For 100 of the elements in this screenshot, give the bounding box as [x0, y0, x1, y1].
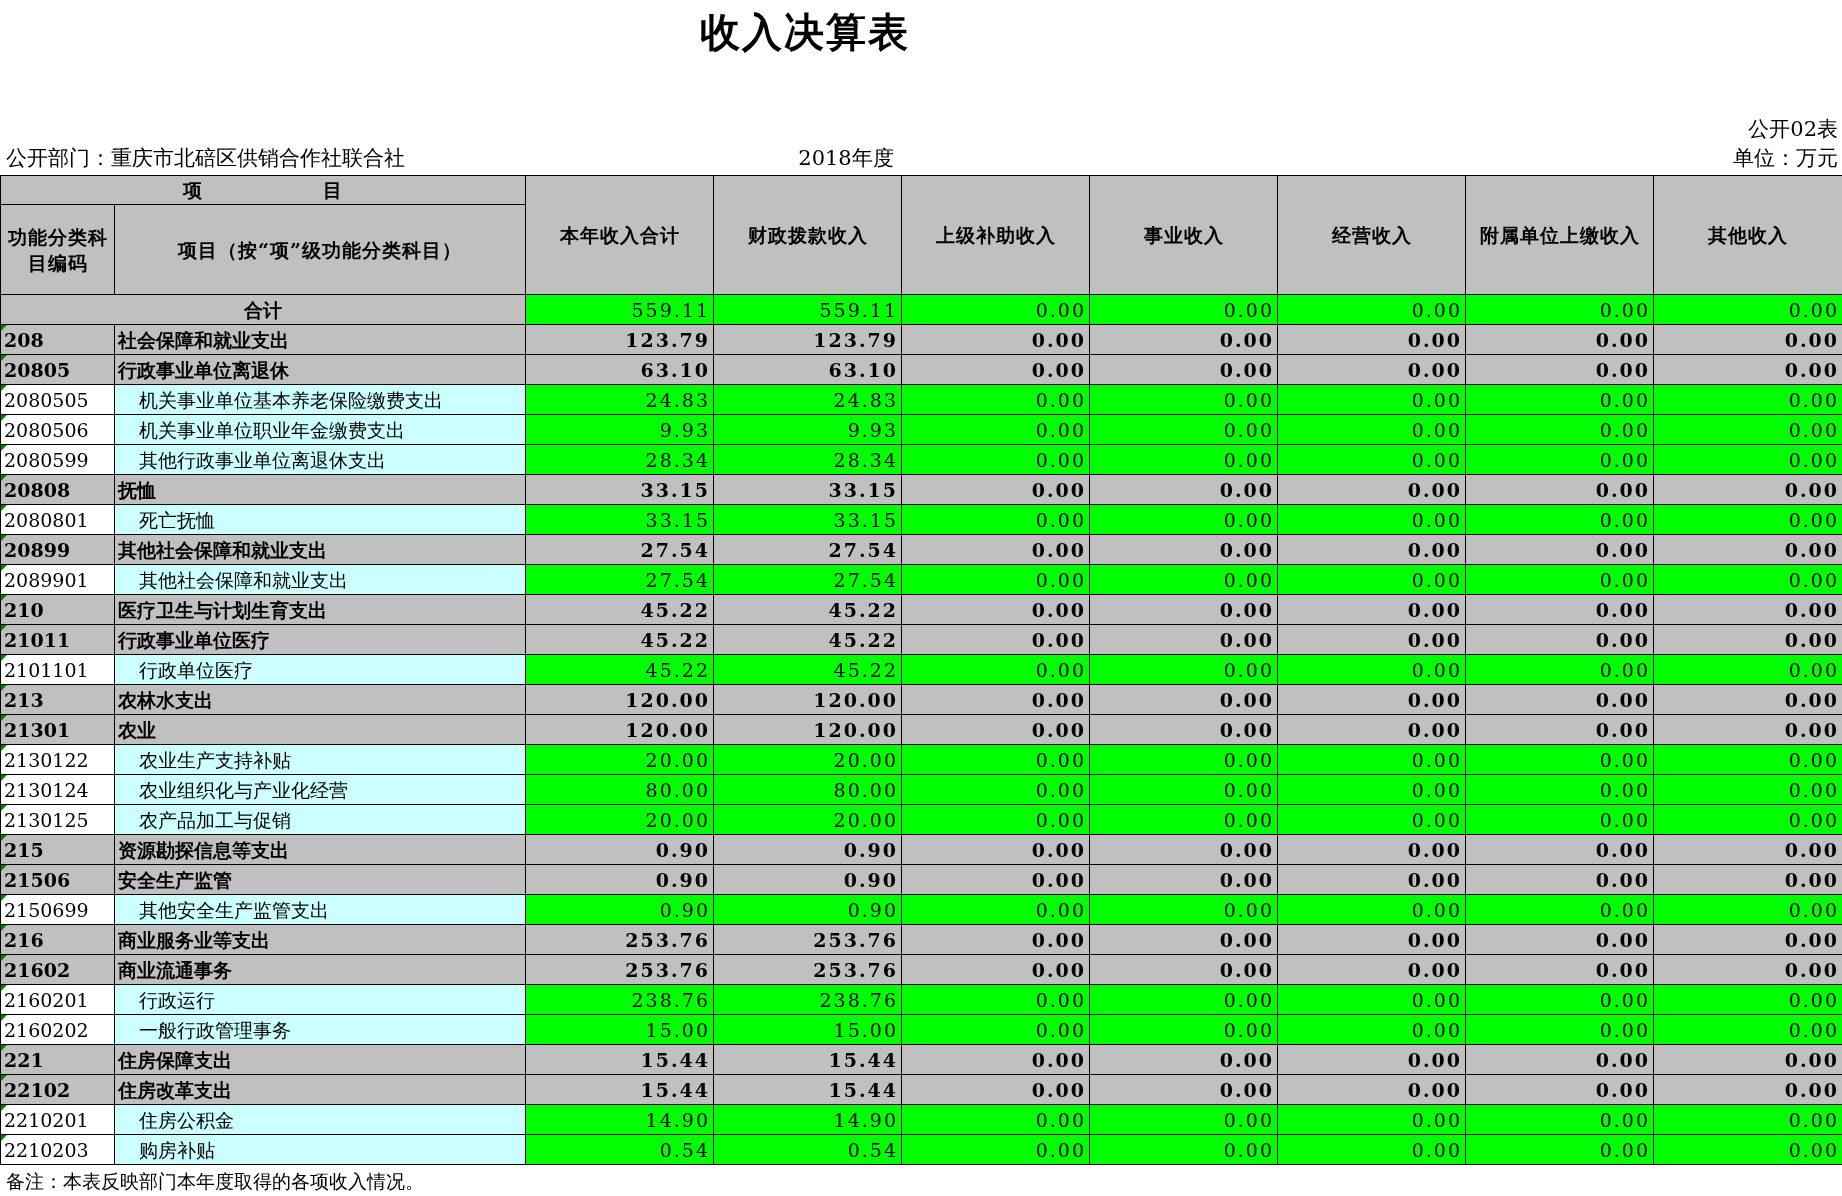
table-cell: 0.00	[1465, 594, 1654, 625]
table-cell: 0.00	[1089, 354, 1278, 385]
table-cell: 0.00	[901, 474, 1090, 505]
table-cell: 0.00	[901, 834, 1090, 865]
table-cell: 14.90	[525, 1104, 714, 1135]
table-cell: 农业	[114, 714, 526, 745]
table-cell: 0.00	[1277, 624, 1466, 655]
table-cell: 一般行政管理事务	[114, 1014, 526, 1045]
table-cell: 0.90	[713, 894, 902, 925]
table-cell: 0.00	[901, 654, 1090, 685]
table-cell: 0.00	[1277, 294, 1466, 325]
table-cell: 0.00	[1653, 594, 1842, 625]
table-cell: 215	[0, 834, 115, 865]
cell-marker-icon	[1, 1105, 7, 1112]
table-cell: 0.00	[1465, 474, 1654, 505]
table-cell: 0.00	[1277, 324, 1466, 355]
table-cell: 0.00	[1277, 834, 1466, 865]
table-cell: 0.00	[901, 744, 1090, 775]
cell-marker-icon	[1, 505, 7, 512]
table-cell: 0.00	[1089, 1044, 1278, 1075]
table-cell: 0.00	[1089, 624, 1278, 655]
cell-marker-icon	[1, 925, 7, 932]
table-cell: 0.00	[1089, 744, 1278, 775]
table-cell: 0.00	[1465, 744, 1654, 775]
table-cell: 0.00	[1653, 384, 1842, 415]
table-cell: 住房公积金	[114, 1104, 526, 1135]
table-cell: 20.00	[713, 744, 902, 775]
table-cell: 0.00	[901, 414, 1090, 445]
table-cell: 559.11	[525, 294, 714, 325]
table-cell: 45.22	[525, 594, 714, 625]
table-cell: 机关事业单位职业年金缴费支出	[114, 414, 526, 445]
table-cell: 28.34	[713, 444, 902, 475]
table-cell: 0.00	[901, 1014, 1090, 1045]
table-cell: 123.79	[525, 324, 714, 355]
table-cell: 20.00	[525, 804, 714, 835]
table-cell: 0.00	[1653, 414, 1842, 445]
table-cell: 0.00	[1089, 984, 1278, 1015]
total-label: 合计	[0, 294, 526, 325]
table-cell: 0.00	[1465, 834, 1654, 865]
table-cell: 2089901	[0, 564, 115, 595]
table-cell: 0.00	[1465, 1044, 1654, 1075]
table-cell: 9.93	[525, 414, 714, 445]
table-cell: 0.00	[1277, 444, 1466, 475]
table-cell: 0.00	[1653, 714, 1842, 745]
table-cell: 0.00	[1653, 504, 1842, 535]
table-cell: 0.00	[901, 984, 1090, 1015]
table-cell: 0.90	[525, 894, 714, 925]
table-cell: 45.22	[713, 594, 902, 625]
cell-marker-icon	[1, 715, 7, 722]
table-cell: 15.44	[713, 1074, 902, 1105]
table-cell: 死亡抚恤	[114, 504, 526, 535]
table-cell: 20808	[0, 474, 115, 505]
form-number: 公开02表	[1748, 116, 1839, 142]
cell-marker-icon	[1, 625, 7, 632]
table-cell: 0.00	[1465, 564, 1654, 595]
table-cell: 33.15	[525, 474, 714, 505]
table-cell: 0.00	[1653, 1074, 1842, 1105]
table-cell: 14.90	[713, 1104, 902, 1135]
cell-marker-icon	[1, 655, 7, 662]
table-cell: 2210203	[0, 1134, 115, 1165]
table-cell: 22102	[0, 1074, 115, 1105]
table-cell: 0.00	[1465, 1014, 1654, 1045]
table-cell: 0.00	[1277, 354, 1466, 385]
table-cell: 0.00	[1465, 774, 1654, 805]
table-cell: 559.11	[713, 294, 902, 325]
table-cell: 0.00	[1089, 504, 1278, 535]
table-cell: 0.90	[525, 864, 714, 895]
table-cell: 0.00	[1653, 1104, 1842, 1135]
column-header: 本年收入合计	[525, 175, 714, 295]
table-cell: 0.00	[1277, 714, 1466, 745]
table-cell: 农业生产支持补贴	[114, 744, 526, 775]
table-cell: 33.15	[713, 504, 902, 535]
table-cell: 0.00	[1089, 954, 1278, 985]
cell-marker-icon	[1, 895, 7, 902]
table-cell: 15.00	[713, 1014, 902, 1045]
table-cell: 0.00	[1653, 924, 1842, 955]
table-cell: 行政运行	[114, 984, 526, 1015]
table-cell: 0.00	[1089, 414, 1278, 445]
table-cell: 0.00	[1277, 384, 1466, 415]
table-cell: 0.00	[1653, 834, 1842, 865]
table-cell: 0.00	[1089, 474, 1278, 505]
cell-marker-icon	[1, 475, 7, 482]
table-cell: 0.00	[1277, 684, 1466, 715]
table-cell: 0.00	[1653, 684, 1842, 715]
table-cell: 0.00	[1089, 294, 1278, 325]
table-cell: 其他安全生产监管支出	[114, 894, 526, 925]
table-cell: 80.00	[525, 774, 714, 805]
table-cell: 27.54	[525, 564, 714, 595]
table-cell: 0.00	[1089, 834, 1278, 865]
table-cell: 20805	[0, 354, 115, 385]
table-cell: 238.76	[525, 984, 714, 1015]
table-cell: 0.00	[1277, 774, 1466, 805]
table-cell: 0.00	[1653, 294, 1842, 325]
cell-marker-icon	[1, 1015, 7, 1022]
table-cell: 其他行政事业单位离退休支出	[114, 444, 526, 475]
table-cell: 2130122	[0, 744, 115, 775]
table-cell: 0.00	[1465, 864, 1654, 895]
table-cell: 0.00	[1465, 654, 1654, 685]
table-cell: 21301	[0, 714, 115, 745]
table-cell: 0.00	[901, 864, 1090, 895]
